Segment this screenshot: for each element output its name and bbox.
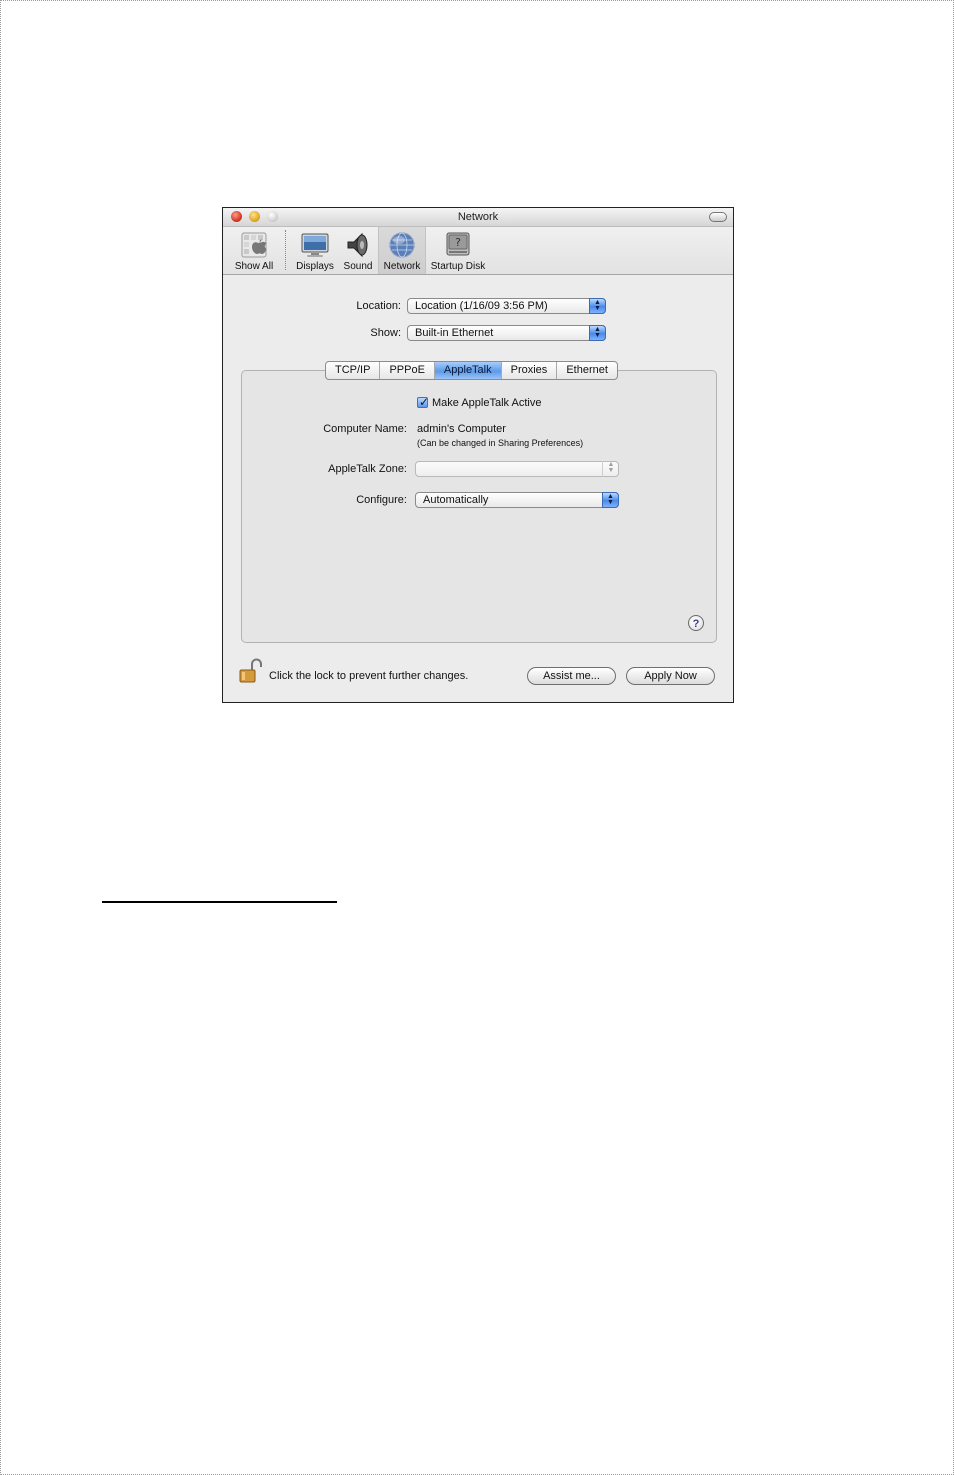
tab-tcpip[interactable]: TCP/IP xyxy=(326,362,381,379)
tab-ethernet[interactable]: Ethernet xyxy=(557,362,617,379)
tab-proxies[interactable]: Proxies xyxy=(502,362,558,379)
preferences-toolbar: Show All Displays Sound Network ? Startu… xyxy=(223,227,733,275)
make-appletalk-active-checkbox[interactable]: ✓ xyxy=(417,395,430,409)
make-appletalk-active-label: Make AppleTalk Active xyxy=(432,397,542,409)
tab-bar: TCP/IP PPPoE AppleTalk Proxies Ethernet xyxy=(325,361,618,380)
configure-popup[interactable]: Automatically ▲ ▼ xyxy=(415,492,619,508)
unlocked-lock-icon[interactable] xyxy=(239,658,263,684)
location-popup[interactable]: Location (1/16/09 3:56 PM) ▲ ▼ xyxy=(407,298,606,314)
window-title: Network xyxy=(457,211,499,223)
toolbar-item-displays[interactable]: Displays xyxy=(293,227,337,274)
tab-appletalk[interactable]: AppleTalk xyxy=(434,362,502,379)
toolbar-label-startup-disk: Startup Disk xyxy=(430,261,486,272)
location-value: Location (1/16/09 3:56 PM) xyxy=(415,300,548,312)
configure-value: Automatically xyxy=(423,494,489,506)
speaker-icon xyxy=(347,232,368,258)
location-label: Location: xyxy=(356,300,401,312)
lock-message: Click the lock to prevent further change… xyxy=(269,670,469,682)
toolbar-label-sound: Sound xyxy=(343,261,373,272)
toolbar-item-network[interactable]: Network xyxy=(378,227,426,274)
toolbar-item-show-all[interactable]: Show All xyxy=(229,227,279,274)
toolbar-toggle-button[interactable] xyxy=(709,212,727,222)
globe-icon xyxy=(389,232,415,258)
appletalk-zone-label: AppleTalk Zone: xyxy=(328,463,407,475)
checkmark-icon: ✓ xyxy=(419,395,430,409)
computer-name-value: admin's Computer xyxy=(417,423,506,435)
appletalk-zone-popup[interactable]: ▲ ▼ xyxy=(415,461,619,477)
network-preferences-window: Network Show All Displays Sound Network … xyxy=(222,207,734,703)
computer-name-hint: (Can be changed in Sharing Preferences) xyxy=(417,438,584,448)
popup-arrows-icon: ▲ ▼ xyxy=(589,325,606,341)
display-icon xyxy=(301,233,329,257)
hard-disk-icon: ? xyxy=(446,232,470,256)
toolbar-separator xyxy=(285,230,286,270)
popup-arrows-icon: ▲ ▼ xyxy=(602,492,619,508)
apply-now-button[interactable]: Apply Now xyxy=(626,667,715,685)
show-popup[interactable]: Built-in Ethernet ▲ ▼ xyxy=(407,325,606,341)
popup-arrows-icon: ▲ ▼ xyxy=(589,298,606,314)
show-value: Built-in Ethernet xyxy=(415,327,494,339)
popup-arrows-icon: ▲ ▼ xyxy=(602,461,619,477)
toolbar-label-network: Network xyxy=(383,261,421,272)
toolbar-item-sound[interactable]: Sound xyxy=(339,227,377,274)
title-bar[interactable]: Network xyxy=(223,208,733,227)
configure-label: Configure: xyxy=(356,494,407,506)
help-button[interactable]: ? xyxy=(688,615,704,631)
apple-grid-icon xyxy=(241,232,267,258)
tab-pppoe[interactable]: PPPoE xyxy=(380,362,435,379)
assist-me-button[interactable]: Assist me... xyxy=(527,667,616,685)
toolbar-label-show-all: Show All xyxy=(234,261,274,272)
toolbar-item-startup-disk[interactable]: ? Startup Disk xyxy=(427,227,489,274)
toolbar-label-displays: Displays xyxy=(296,261,334,272)
show-label: Show: xyxy=(370,327,401,339)
section-underline xyxy=(102,901,337,903)
computer-name-label: Computer Name: xyxy=(323,423,407,435)
svg-text:?: ? xyxy=(455,236,461,249)
